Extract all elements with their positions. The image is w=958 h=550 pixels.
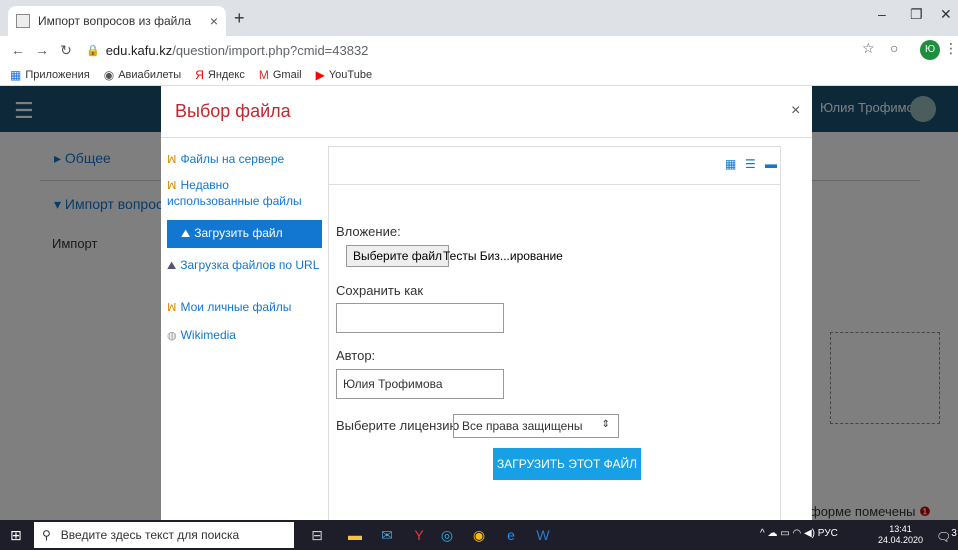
list-view-icon[interactable]: ☰ xyxy=(745,157,756,171)
repo-url-download[interactable]: ⛰ Загрузка файлов по URL xyxy=(167,258,322,274)
bookmark-label: Яндекс xyxy=(207,68,245,81)
globe-icon: ◉ xyxy=(103,67,115,82)
moodle-icon: ꟽ xyxy=(167,302,177,314)
extension-icon[interactable]: ○ xyxy=(890,40,898,56)
lock-icon: 🔒 xyxy=(86,44,100,57)
bookmark-star-icon[interactable]: ☆ xyxy=(862,40,875,57)
save-as-input[interactable] xyxy=(336,303,504,333)
search-icon: ⚲ xyxy=(42,528,51,542)
clock-time: 13:41 xyxy=(889,524,912,534)
repo-recent-files[interactable]: ꟽ Недавно использованные файлы xyxy=(167,178,322,209)
app-icon[interactable]: ◎ xyxy=(438,526,456,544)
repo-upload-file[interactable]: ⛰ Загрузить файл xyxy=(167,220,322,248)
mail-icon[interactable]: ✉ xyxy=(378,526,396,544)
choose-file-button[interactable]: Выберите файл xyxy=(346,245,450,267)
select-caret-icon: ⇕ xyxy=(601,419,610,430)
word-icon[interactable]: W xyxy=(534,526,552,544)
repo-label: Недавно использованные файлы xyxy=(167,178,302,208)
license-select[interactable]: Все права защищены ⇕ xyxy=(453,414,619,438)
url-download-icon: ⛰ xyxy=(167,260,177,272)
repo-wikimedia[interactable]: ◍ Wikimedia xyxy=(167,328,322,344)
grid-view-icon[interactable]: ▦ xyxy=(725,157,736,171)
windows-start-icon[interactable]: ⊞ xyxy=(10,527,22,544)
repo-label: Мои личные файлы xyxy=(180,300,292,314)
search-placeholder: Введите здесь текст для поиска xyxy=(60,528,240,542)
browser-tab[interactable]: Импорт вопросов из файла × xyxy=(8,6,226,36)
bookmark-label: Gmail xyxy=(272,68,302,81)
repo-server-files[interactable]: ꟽ Файлы на сервере xyxy=(167,152,322,168)
bookmark-avia[interactable]: ◉ Авиабилеты xyxy=(104,68,182,82)
bookmark-youtube[interactable]: ▶ YouTube xyxy=(316,68,372,82)
url-path: /question/import.php?cmid=43832 xyxy=(172,42,369,58)
window-minimize-button[interactable]: – xyxy=(878,6,886,22)
folder-view-icon[interactable]: ▬ xyxy=(765,157,777,171)
edge-icon[interactable]: e xyxy=(502,526,520,544)
address-bar[interactable]: 🔒 edu.kafu.kz/question/import.php?cmid=4… xyxy=(86,43,368,58)
clock-date: 24.04.2020 xyxy=(878,535,924,545)
profile-avatar[interactable]: Ю xyxy=(920,40,940,60)
bookmark-gmail[interactable]: M Gmail xyxy=(259,68,302,82)
reload-icon[interactable]: ↻ xyxy=(54,42,78,59)
browser-toolbar: ← → ↻ 🔒 edu.kafu.kz/question/import.php?… xyxy=(0,36,958,64)
bookmark-label: YouTube xyxy=(328,68,373,81)
author-input[interactable]: Юлия Трофимова xyxy=(336,369,504,399)
notification-icon[interactable]: 🗨3 xyxy=(936,528,957,544)
bookmark-label: Приложения xyxy=(25,68,90,81)
yandex-icon: Я xyxy=(195,67,204,82)
browser-tab-bar: Импорт вопросов из файла × + – ❐ ✕ xyxy=(0,0,958,36)
url-host: edu.kafu.kz xyxy=(105,42,173,58)
forward-arrow-icon[interactable]: → xyxy=(30,42,54,58)
moodle-icon: ꟽ xyxy=(167,154,177,166)
notification-count: 3 xyxy=(951,528,957,539)
new-tab-button[interactable]: + xyxy=(234,8,245,29)
repository-list: ꟽ Файлы на сервере ꟽ Недавно использованны… xyxy=(161,138,324,520)
wikimedia-icon: ◍ xyxy=(167,330,177,342)
repo-label: Загрузка файлов по URL xyxy=(180,258,320,272)
window-maximize-button[interactable]: ❐ xyxy=(910,6,923,23)
chrome-icon[interactable]: ◉ xyxy=(470,526,488,544)
bookmark-yandex[interactable]: Я Яндекс xyxy=(195,68,245,82)
gmail-icon: M xyxy=(258,67,269,82)
system-tray[interactable]: ^ ☁ ▭ ◠ ◀) РУС xyxy=(760,528,838,539)
clock[interactable]: 13:41 24.04.2020 xyxy=(878,524,923,546)
taskbar: ⊞ ⚲ Введите здесь текст для поиска ⊟ ▬ ✉… xyxy=(0,520,958,550)
dialog-title: Выбор файла xyxy=(175,101,291,121)
view-toolbar: ▦ ☰ ▬ xyxy=(329,147,780,185)
repo-label: Загрузить файл xyxy=(194,226,283,240)
tab-title: Импорт вопросов из файла xyxy=(38,14,192,28)
moodle-icon: ꟽ xyxy=(167,180,177,192)
license-value: Все права защищены xyxy=(462,419,583,433)
chosen-file-name: Тесты Биз...ирование xyxy=(443,249,563,263)
back-arrow-icon[interactable]: ← xyxy=(6,42,30,58)
file-explorer-icon[interactable]: ▬ xyxy=(346,526,364,544)
youtube-icon: ▶ xyxy=(315,67,325,82)
tab-close-button[interactable]: × xyxy=(210,13,218,29)
bookmark-apps[interactable]: ▦ Приложения xyxy=(10,68,90,82)
tab-favicon-icon xyxy=(16,14,30,28)
taskbar-search[interactable]: ⚲ Введите здесь текст для поиска xyxy=(34,522,294,548)
save-as-label: Сохранить как xyxy=(336,283,424,298)
yandex-browser-icon[interactable]: Y xyxy=(410,526,428,544)
repo-label: Wikimedia xyxy=(180,328,236,342)
bookmarks-bar: ▦ Приложения ◉ Авиабилеты Я Яндекс M Gmail ▶… xyxy=(0,64,958,86)
language-indicator[interactable]: РУС xyxy=(818,528,838,539)
dialog-close-button[interactable]: × xyxy=(791,102,800,120)
menu-kebab-icon[interactable]: ⋮ xyxy=(944,40,958,57)
file-picker-dialog: Выбор файла × ꟽ Файлы на сервере ꟽ Недавно… xyxy=(161,86,812,520)
apps-icon: ▦ xyxy=(10,67,22,82)
bookmark-label: Авиабилеты xyxy=(118,68,182,81)
author-label: Автор: xyxy=(336,348,376,363)
dialog-header: Выбор файла × xyxy=(161,86,812,138)
upload-file-button[interactable]: ЗАГРУЗИТЬ ЭТОТ ФАЙЛ xyxy=(493,448,641,480)
upload-icon: ⛰ xyxy=(181,228,191,240)
repo-private-files[interactable]: ꟽ Мои личные файлы xyxy=(167,300,322,316)
task-view-icon[interactable]: ⊟ xyxy=(308,526,326,544)
window-close-button[interactable]: ✕ xyxy=(940,6,952,23)
repo-label: Файлы на сервере xyxy=(180,152,285,166)
license-label: Выберите лицензию xyxy=(336,418,460,433)
attachment-label: Вложение: xyxy=(336,224,401,239)
